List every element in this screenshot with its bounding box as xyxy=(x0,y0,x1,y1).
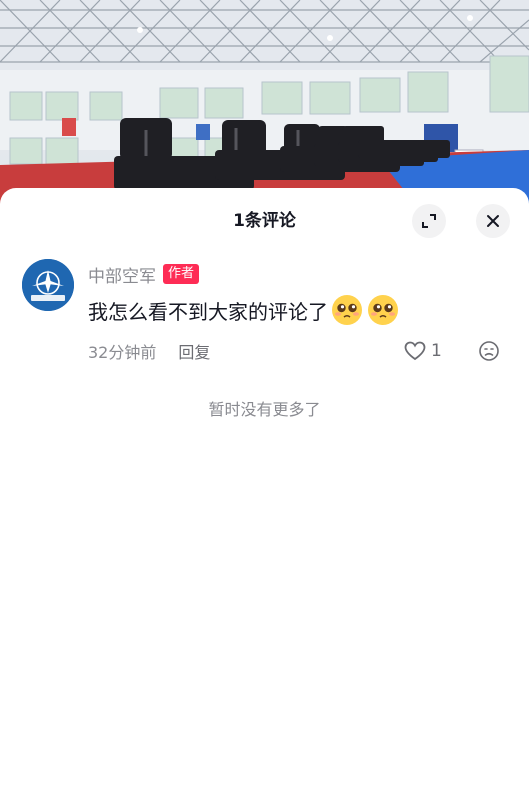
background-video-frame[interactable] xyxy=(0,0,529,210)
air-force-logo xyxy=(22,259,74,311)
expand-button[interactable] xyxy=(412,204,446,238)
comments-header: 1条评论 xyxy=(0,188,529,254)
comments-title: 1条评论 xyxy=(233,211,296,231)
heart-outline-icon xyxy=(404,341,426,361)
pleading-face-emoji xyxy=(368,295,398,325)
close-icon xyxy=(487,215,499,227)
gym-scene-image xyxy=(0,0,529,210)
like-count: 1 xyxy=(431,341,442,361)
comment-item: 中部空军 作者 我怎么看不到大家的评论了 32分钟前 回复 1 xyxy=(0,254,529,374)
comment-body: 我怎么看不到大家的评论了 xyxy=(88,292,400,328)
comment-text: 我怎么看不到大家的评论了 xyxy=(88,299,328,324)
comment-timestamp: 32分钟前 xyxy=(88,343,157,362)
avatar[interactable] xyxy=(22,259,74,311)
no-more-comments: 暂时没有更多了 xyxy=(208,400,321,419)
screen: 1条评论 中部空军 作者 我怎么看不到大家的评论了 32分钟前 回复 1 暂时没… xyxy=(0,0,529,800)
author-row: 中部空军 作者 xyxy=(88,262,200,287)
comments-panel: 1条评论 中部空军 作者 我怎么看不到大家的评论了 32分钟前 回复 1 暂时没… xyxy=(0,188,529,800)
author-badge: 作者 xyxy=(163,264,200,284)
comment-meta: 32分钟前 回复 xyxy=(88,339,210,363)
like-button[interactable]: 1 xyxy=(404,339,442,363)
expand-icon xyxy=(422,214,436,228)
author-name[interactable]: 中部空军 xyxy=(88,262,156,287)
reply-button[interactable]: 回复 xyxy=(178,339,210,363)
dislike-face-icon[interactable] xyxy=(478,340,500,362)
pleading-face-emoji xyxy=(332,295,362,325)
close-button[interactable] xyxy=(476,204,510,238)
